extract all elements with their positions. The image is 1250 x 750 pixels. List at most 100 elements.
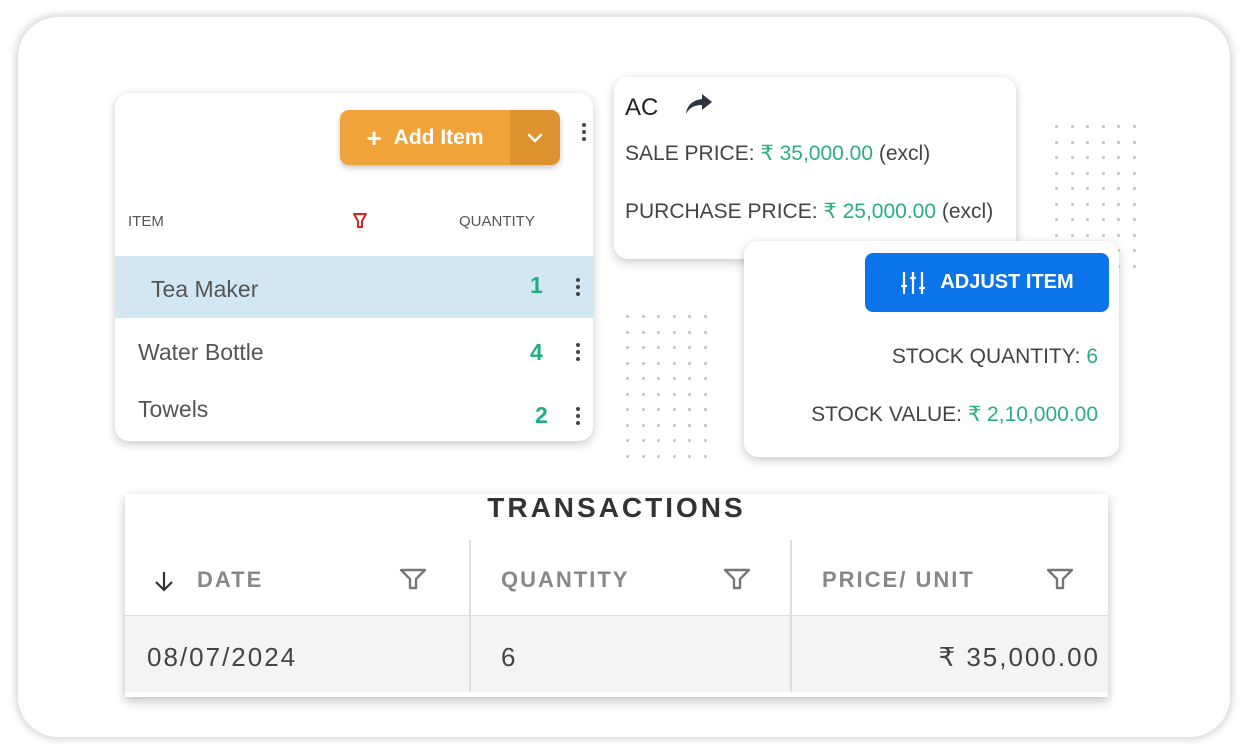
add-item-split-button[interactable]: + Add Item xyxy=(340,110,560,165)
purchase-price: PURCHASE PRICE: ₹ 25,000.00 (excl) xyxy=(625,199,993,224)
dot xyxy=(672,361,676,365)
dot xyxy=(1055,202,1058,206)
dot xyxy=(703,423,707,427)
stock-quantity-label: STOCK QUANTITY: xyxy=(891,345,1081,368)
plus-icon: + xyxy=(366,122,382,153)
dot xyxy=(1132,187,1136,190)
share-icon[interactable] xyxy=(684,92,714,121)
dot xyxy=(1070,218,1074,221)
dot xyxy=(1070,125,1074,128)
sale-price-suffix: (excl) xyxy=(878,142,931,165)
transaction-row[interactable]: 08/07/2024 6 ₹ 35,000.00 xyxy=(125,616,1108,692)
dot xyxy=(1086,140,1089,144)
dot xyxy=(1101,156,1105,159)
dot xyxy=(641,377,645,380)
filter-icon[interactable] xyxy=(723,568,751,590)
dot xyxy=(1101,140,1105,144)
item-name: Towels xyxy=(138,396,209,422)
dot xyxy=(688,315,691,318)
sort-down-arrow-icon[interactable] xyxy=(153,570,175,592)
dot xyxy=(672,439,676,442)
quantity-header-label: QUANTITY xyxy=(501,567,630,592)
dot xyxy=(1070,187,1074,190)
add-item-dropdown-button[interactable] xyxy=(510,110,560,165)
add-item-button[interactable]: + Add Item xyxy=(340,110,510,165)
dot xyxy=(703,439,707,442)
dot xyxy=(688,454,691,458)
transaction-price-per-unit: ₹ 35,000.00 xyxy=(938,642,1100,672)
dot xyxy=(626,392,629,396)
dot xyxy=(641,346,645,349)
sale-price-value: ₹ 35,000.00 xyxy=(760,142,874,165)
dot xyxy=(1055,171,1058,175)
dot xyxy=(688,346,691,349)
dot xyxy=(1132,249,1136,252)
add-item-label: Add Item xyxy=(393,125,484,149)
item-row[interactable]: Water Bottle 4 xyxy=(115,321,593,383)
item-row[interactable]: Tea Maker 1 xyxy=(115,256,593,318)
dot xyxy=(672,330,676,334)
dot xyxy=(1132,202,1136,206)
stock-value-value: ₹ 2,10,000.00 xyxy=(967,403,1098,426)
price-cell: ₹ 35,000.00 xyxy=(790,616,1110,692)
filter-icon[interactable] xyxy=(353,213,367,233)
dot xyxy=(626,315,629,318)
stock-quantity: STOCK QUANTITY: 6 xyxy=(892,345,1098,369)
dot xyxy=(657,423,660,427)
dot xyxy=(641,454,645,458)
filter-icon[interactable] xyxy=(1046,568,1074,590)
column-header-quantity[interactable]: QUANTITY xyxy=(469,540,791,615)
dot xyxy=(626,361,629,365)
filter-icon[interactable] xyxy=(399,568,427,590)
column-header-price-per-unit[interactable]: PRICE/ UNIT xyxy=(790,540,1110,615)
dot xyxy=(1132,171,1136,175)
date-header-label: DATE xyxy=(197,567,264,592)
dot xyxy=(641,361,645,365)
dot xyxy=(1086,233,1089,237)
dot xyxy=(672,346,676,349)
dot xyxy=(672,454,676,458)
dot xyxy=(1117,125,1120,128)
dot xyxy=(688,361,691,365)
row-more-options-icon[interactable] xyxy=(576,343,580,361)
sale-price: SALE PRICE: ₹ 35,000.00 (excl) xyxy=(625,141,930,166)
dot xyxy=(1055,233,1058,237)
dot xyxy=(1117,156,1120,159)
purchase-price-value: ₹ 25,000.00 xyxy=(823,200,937,223)
stock-quantity-value: 6 xyxy=(1086,345,1098,368)
dot xyxy=(657,408,660,411)
dot xyxy=(672,315,676,318)
dot xyxy=(641,392,645,396)
quantity-cell: 6 xyxy=(469,616,791,692)
dot xyxy=(703,361,707,365)
row-more-options-icon[interactable] xyxy=(576,407,580,425)
dot xyxy=(688,439,691,442)
dot xyxy=(672,392,676,396)
dot xyxy=(1117,233,1120,237)
dot xyxy=(1055,125,1058,128)
item-row[interactable]: Towels 2 xyxy=(115,383,593,441)
dot xyxy=(1055,156,1058,159)
dot xyxy=(641,330,645,334)
item-quantity: 1 xyxy=(530,272,543,298)
sale-price-label: SALE PRICE: xyxy=(625,142,755,165)
dot xyxy=(626,423,629,427)
dot xyxy=(1070,171,1074,175)
dot xyxy=(703,454,707,458)
dot xyxy=(1101,171,1105,175)
dot xyxy=(657,392,660,396)
dot xyxy=(1117,171,1120,175)
item-quantity: 4 xyxy=(530,339,543,365)
dot xyxy=(703,315,707,318)
dot xyxy=(1132,156,1136,159)
adjust-item-button[interactable]: ADJUST ITEM xyxy=(865,253,1109,312)
row-more-options-icon[interactable] xyxy=(576,278,580,296)
items-more-options-icon[interactable] xyxy=(582,123,586,141)
price-header-label: PRICE/ UNIT xyxy=(822,567,975,592)
column-header-date[interactable]: DATE xyxy=(125,540,468,615)
dot xyxy=(1101,187,1105,190)
column-header-quantity: QUANTITY xyxy=(459,213,535,230)
dot xyxy=(657,346,660,349)
dot xyxy=(688,392,691,396)
sliders-icon xyxy=(901,271,926,294)
